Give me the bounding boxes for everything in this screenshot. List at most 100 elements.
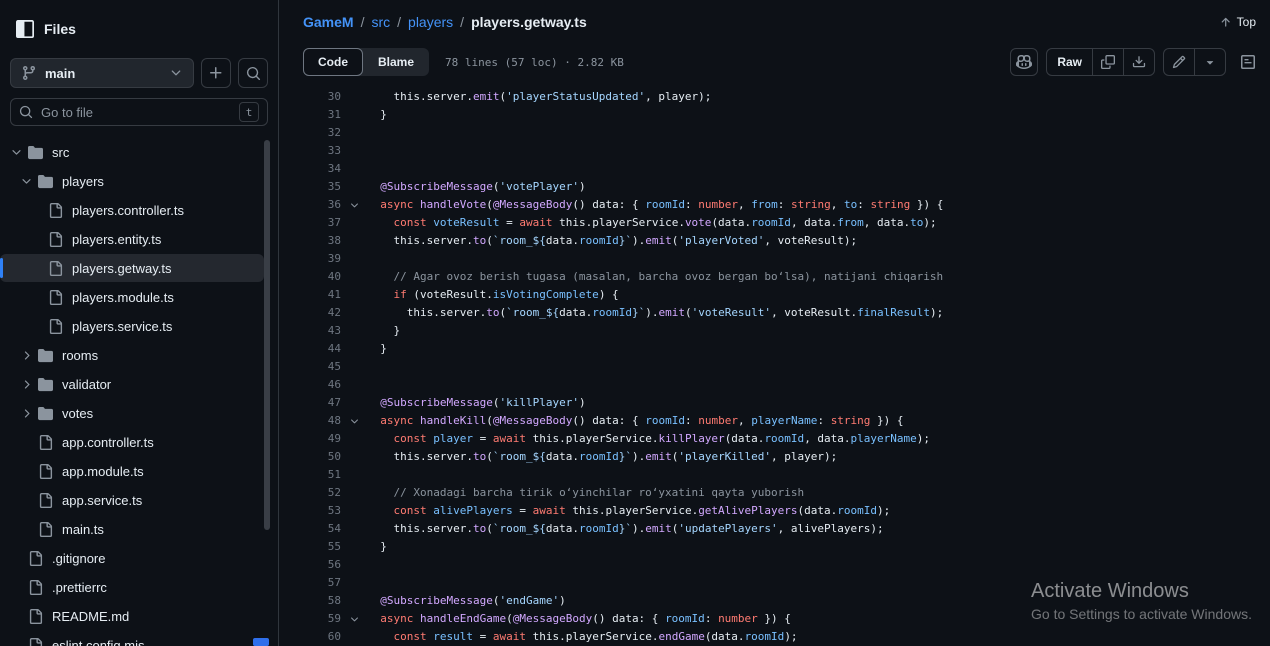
tree-item-label: rooms (62, 348, 98, 363)
tree-item-label: main.ts (62, 522, 104, 537)
tree-folder-players[interactable]: players (0, 167, 264, 195)
line-number[interactable]: 56 (279, 556, 341, 574)
tree-file-main.ts[interactable]: main.ts (0, 515, 264, 543)
code-line: 58 @SubscribeMessage('endGame') (279, 592, 1270, 610)
tree-item-label: players.service.ts (72, 319, 172, 334)
line-number[interactable]: 42 (279, 304, 341, 322)
download-raw-file-button[interactable] (1123, 49, 1154, 75)
sidebar-scrollbar-corner[interactable] (253, 638, 269, 646)
line-number[interactable]: 48 (279, 412, 341, 430)
tree-file-.prettierrc[interactable]: .prettierrc (0, 573, 264, 601)
line-number[interactable]: 30 (279, 88, 341, 106)
line-number[interactable]: 55 (279, 538, 341, 556)
tree-file-players.service.ts[interactable]: players.service.ts (0, 312, 264, 340)
go-to-file-box[interactable]: t (10, 98, 268, 126)
fold-chevron-icon[interactable] (341, 412, 367, 430)
line-number[interactable]: 44 (279, 340, 341, 358)
line-number[interactable]: 39 (279, 250, 341, 268)
line-number[interactable]: 43 (279, 322, 341, 340)
code-line: 37 const voteResult = await this.playerS… (279, 214, 1270, 232)
search-repository-button[interactable] (238, 58, 268, 88)
line-number[interactable]: 50 (279, 448, 341, 466)
tree-file-players.entity.ts[interactable]: players.entity.ts (0, 225, 264, 253)
code-line: 43 } (279, 322, 1270, 340)
line-number[interactable]: 51 (279, 466, 341, 484)
fold-spacer (341, 592, 367, 610)
fold-chevron-icon[interactable] (341, 196, 367, 214)
tree-file-players.controller.ts[interactable]: players.controller.ts (0, 196, 264, 224)
fold-spacer (341, 376, 367, 394)
pencil-icon (1172, 55, 1186, 69)
edit-file-button[interactable] (1164, 49, 1194, 75)
line-number[interactable]: 53 (279, 502, 341, 520)
line-number[interactable]: 33 (279, 142, 341, 160)
tree-file-app.module.ts[interactable]: app.module.ts (0, 457, 264, 485)
copy-raw-content-button[interactable] (1092, 49, 1123, 75)
breadcrumb-dir-link-players[interactable]: players (408, 14, 453, 30)
tree-folder-rooms[interactable]: rooms (0, 341, 264, 369)
file-icon (38, 492, 54, 508)
code-line: 33 (279, 142, 1270, 160)
copilot-button[interactable] (1010, 48, 1038, 76)
back-to-top-button[interactable]: Top (1219, 15, 1256, 29)
line-number[interactable]: 54 (279, 520, 341, 538)
tree-file-players.module.ts[interactable]: players.module.ts (0, 283, 264, 311)
line-number[interactable]: 60 (279, 628, 341, 646)
edit-dropdown-button[interactable] (1194, 49, 1225, 75)
raw-button[interactable]: Raw (1047, 49, 1092, 75)
chevron-right-icon (18, 376, 34, 392)
go-to-file-input[interactable] (41, 105, 231, 120)
code-line: 46 (279, 376, 1270, 394)
line-number[interactable]: 34 (279, 160, 341, 178)
chevron-down-icon (169, 66, 183, 80)
tree-file-players.getway.ts[interactable]: players.getway.ts (0, 254, 264, 282)
tab-code[interactable]: Code (303, 48, 363, 76)
tree-file-app.controller.ts[interactable]: app.controller.ts (0, 428, 264, 456)
code-text: this.server.emit('playerStatusUpdated', … (367, 88, 711, 106)
breadcrumb-dir-link-src[interactable]: src (371, 14, 390, 30)
tree-file-app.service.ts[interactable]: app.service.ts (0, 486, 264, 514)
sidebar-scrollbar[interactable] (264, 140, 270, 530)
line-number[interactable]: 35 (279, 178, 341, 196)
tree-file-.gitignore[interactable]: .gitignore (0, 544, 264, 572)
code-line: 32 (279, 124, 1270, 142)
line-number[interactable]: 38 (279, 232, 341, 250)
tree-file-README.md[interactable]: README.md (0, 602, 264, 630)
tree-folder-src[interactable]: src (0, 138, 264, 166)
line-number[interactable]: 58 (279, 592, 341, 610)
fold-spacer (341, 88, 367, 106)
line-number[interactable]: 32 (279, 124, 341, 142)
line-number[interactable]: 41 (279, 286, 341, 304)
line-number[interactable]: 31 (279, 106, 341, 124)
line-number[interactable]: 40 (279, 268, 341, 286)
fold-spacer (341, 214, 367, 232)
line-number[interactable]: 47 (279, 394, 341, 412)
tree-file-eslint.config.mjs[interactable]: eslint.config.mjs (0, 631, 264, 646)
code-line: 35 @SubscribeMessage('votePlayer') (279, 178, 1270, 196)
line-number[interactable]: 36 (279, 196, 341, 214)
fold-chevron-icon[interactable] (341, 610, 367, 628)
branch-selector-button[interactable]: main (10, 58, 194, 88)
code-line: 40 // Agar ovoz berish tugasa (masalan, … (279, 268, 1270, 286)
fold-spacer (341, 322, 367, 340)
fold-spacer (341, 106, 367, 124)
line-number[interactable]: 57 (279, 574, 341, 592)
line-number[interactable]: 46 (279, 376, 341, 394)
copilot-icon (1016, 54, 1032, 70)
line-number[interactable]: 49 (279, 430, 341, 448)
line-number[interactable]: 45 (279, 358, 341, 376)
tree-item-label: votes (62, 406, 93, 421)
code-line: 57 (279, 574, 1270, 592)
tab-blame[interactable]: Blame (363, 48, 429, 76)
tree-folder-validator[interactable]: validator (0, 370, 264, 398)
collapse-file-tree-button[interactable] (16, 20, 34, 38)
add-file-button[interactable] (201, 58, 231, 88)
file-icon (28, 550, 44, 566)
tree-folder-votes[interactable]: votes (0, 399, 264, 427)
breadcrumb-repo-link[interactable]: GameM (303, 14, 354, 30)
line-number[interactable]: 59 (279, 610, 341, 628)
fold-spacer (341, 484, 367, 502)
line-number[interactable]: 37 (279, 214, 341, 232)
line-number[interactable]: 52 (279, 484, 341, 502)
symbols-panel-button[interactable] (1234, 48, 1262, 76)
